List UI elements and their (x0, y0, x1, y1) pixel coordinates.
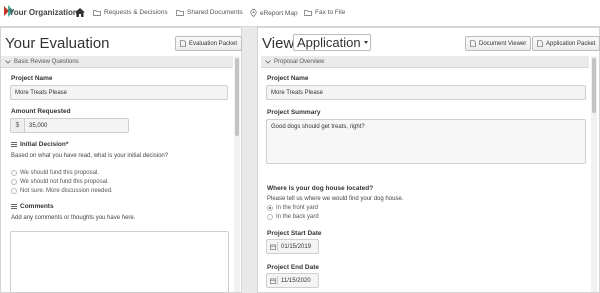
left-scrollbar[interactable] (234, 56, 240, 292)
amount-requested-value: 35,000 (29, 122, 48, 129)
project-end-date-label: Project End Date (267, 264, 320, 271)
radio-button-selected (267, 205, 273, 211)
project-start-date-label: Project Start Date (267, 230, 322, 237)
application-panel: View Application Document Viewer Applica… (257, 27, 600, 293)
nav-requests-decisions-label: Requests & Decisions (104, 9, 168, 16)
section-title: Proposal Overview (274, 58, 325, 65)
evaluation-panel: Your Evaluation Evaluation Packet Basic … (0, 27, 243, 293)
project-name-field[interactable]: More Treats Please (10, 85, 228, 100)
chevron-down-icon (5, 59, 11, 64)
section-title: Basic Review Questions (14, 58, 79, 65)
amount-requested-label: Amount Requested (11, 108, 71, 115)
project-start-date-value: 01/15/2019 (281, 243, 312, 250)
nav-fax-to-file[interactable]: Fax to File (304, 9, 345, 16)
decision-option-fund[interactable]: We should fund this proposal. (11, 170, 99, 176)
document-icon (470, 40, 476, 47)
comments-textarea[interactable] (10, 231, 229, 293)
project-name-label: Project Name (11, 75, 53, 82)
folder-icon (93, 9, 101, 16)
decision-option-label: We should fund this proposal. (20, 170, 99, 176)
document-icon (537, 40, 543, 47)
nav-requests-decisions[interactable]: Requests & Decisions (93, 9, 168, 16)
project-name-field[interactable]: More Treats Please (266, 85, 586, 100)
home-icon (75, 8, 85, 17)
project-summary-label: Project Summary (267, 109, 321, 116)
initial-decision-heading: Initial Decision* (11, 141, 68, 148)
evaluation-packet-button[interactable]: Evaluation Packet (175, 36, 243, 51)
decision-option-not-sure[interactable]: Not sure. More discussion needed. (11, 188, 113, 194)
view-select[interactable]: Application (293, 34, 371, 51)
comments-prompt: Add any comments or thoughts you have he… (11, 215, 136, 221)
radio-button (11, 179, 17, 185)
document-icon (180, 40, 186, 47)
scrollbar-thumb[interactable] (592, 58, 596, 113)
initial-decision-label: Initial Decision* (20, 141, 69, 148)
document-viewer-button[interactable]: Document Viewer (465, 36, 532, 51)
project-summary-field[interactable]: Good dogs should get treats, right? (266, 119, 586, 164)
nav-shared-documents-label: Shared Documents (187, 9, 243, 16)
comments-label: Comments (20, 203, 54, 210)
decision-option-label: Not sure. More discussion needed. (20, 188, 113, 194)
nav-fax-to-file-label: Fax to File (315, 9, 346, 16)
initial-decision-prompt: Based on what you have read, what is you… (11, 153, 169, 159)
decision-option-not-fund[interactable]: We should not fund this proposal. (11, 179, 109, 185)
project-name-label: Project Name (267, 75, 309, 82)
chevron-down-icon (265, 59, 271, 64)
radio-button (11, 170, 17, 176)
folder-icon (304, 9, 312, 16)
application-packet-label: Application Packet (546, 40, 596, 47)
calendar-icon (269, 242, 278, 251)
basic-review-questions-header[interactable]: Basic Review Questions (1, 56, 233, 68)
comments-heading: Comments (11, 203, 54, 210)
folder-icon (176, 9, 184, 16)
currency-symbol: $ (11, 119, 25, 132)
right-scrollbar[interactable] (591, 56, 597, 292)
map-icon (250, 9, 257, 17)
panel-divider[interactable] (242, 27, 257, 293)
organization-name[interactable]: Your Organization (9, 8, 78, 17)
project-end-date-value: 11/15/2020 (281, 277, 311, 284)
list-icon (11, 142, 17, 147)
nav-ereport-map[interactable]: eReport Map (250, 9, 298, 17)
location-option-label: In the front yard (276, 205, 319, 211)
evaluation-title: Your Evaluation (5, 35, 110, 52)
calendar-icon (269, 276, 278, 285)
application-packet-button[interactable]: Application Packet (532, 36, 600, 51)
radio-button (267, 214, 273, 220)
location-option-label: In the back yard (276, 214, 319, 220)
decision-option-label: We should not fund this proposal. (20, 179, 109, 185)
dog-house-location-prompt: Please tell us where we would find your … (267, 196, 404, 202)
app-window: Your Organization Requests & Decisions S… (0, 0, 600, 293)
location-option-back-yard[interactable]: In the back yard (267, 214, 319, 220)
caret-down-icon (363, 41, 368, 44)
location-option-front-yard[interactable]: In the front yard (267, 205, 318, 211)
radio-button (11, 188, 17, 194)
proposal-overview-header[interactable]: Proposal Overview (261, 56, 589, 68)
list-icon (11, 204, 17, 209)
project-end-date-field[interactable]: 11/15/2020 (266, 273, 319, 288)
view-label: View (262, 35, 295, 52)
nav-home[interactable] (75, 8, 85, 17)
top-navigation: Your Organization Requests & Decisions S… (0, 0, 600, 27)
view-select-value: Application (297, 35, 361, 50)
dog-house-location-label: Where is your dog house located? (267, 185, 374, 192)
scrollbar-thumb[interactable] (235, 58, 239, 136)
evaluation-packet-label: Evaluation Packet (189, 40, 238, 47)
project-start-date-field[interactable]: 01/15/2019 (266, 239, 319, 254)
amount-requested-field[interactable]: $ 35,000 (10, 118, 129, 133)
document-viewer-label: Document Viewer (479, 40, 527, 47)
nav-shared-documents[interactable]: Shared Documents (176, 9, 243, 16)
nav-ereport-map-label: eReport Map (260, 9, 298, 17)
